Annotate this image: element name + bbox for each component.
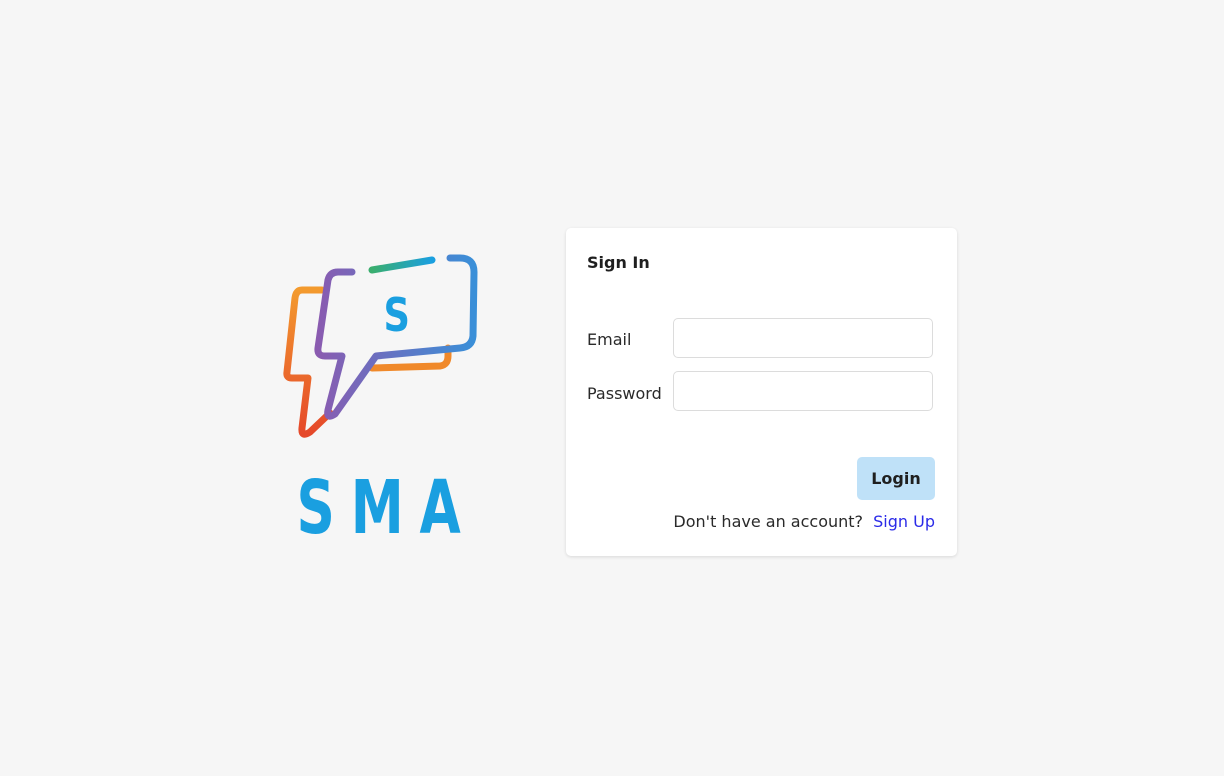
signin-title: Sign In	[587, 253, 650, 272]
sma-logo: S SMA	[280, 248, 484, 540]
password-field[interactable]	[673, 371, 933, 411]
login-button[interactable]: Login	[857, 457, 935, 500]
email-field[interactable]	[673, 318, 933, 358]
signin-card: Sign In Email Password Login Don't have …	[566, 228, 957, 556]
password-label: Password	[587, 384, 662, 403]
logo-badge-letter: S	[384, 288, 411, 342]
logo-wordmark: SMA	[296, 465, 476, 540]
email-label: Email	[587, 330, 632, 349]
signup-prompt: Don't have an account? Sign Up	[673, 512, 935, 531]
no-account-text: Don't have an account?	[673, 512, 864, 531]
chat-bubble-logo-icon: S SMA	[283, 254, 478, 540]
signup-link[interactable]: Sign Up	[873, 512, 935, 531]
